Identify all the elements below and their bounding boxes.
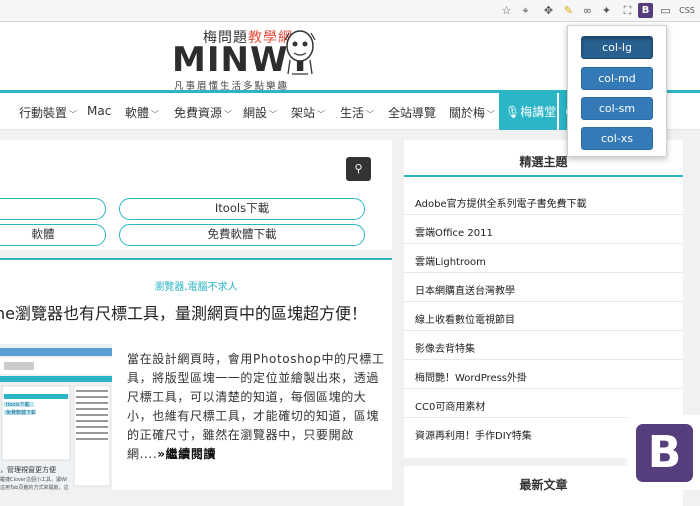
topic-link[interactable]: 線上收看數位電視節目 xyxy=(404,302,683,331)
chevron-down-icon: ﹀ xyxy=(69,110,78,119)
quick-link-free-software[interactable]: 免費軟體下載 xyxy=(119,224,365,246)
crop-icon[interactable]: ⛶ xyxy=(620,3,635,18)
quick-link-software[interactable]: 軟體 xyxy=(0,224,106,246)
nav-label: 關於梅 xyxy=(449,106,486,120)
star-icon[interactable]: ☆ xyxy=(499,3,514,18)
microphone-icon: 🎙 xyxy=(505,105,521,119)
topic-link[interactable]: 影像去背特集 xyxy=(404,331,683,360)
nav-item-mobile[interactable]: 行動裝置 ﹀ xyxy=(19,104,77,121)
nav-item-mac[interactable]: Mac xyxy=(87,104,111,118)
excerpt-text: 當在設計網頁時，會用Photoshop中的尺標工具，將版型區塊一一的定位並繪製出… xyxy=(127,352,385,461)
mascot-icon xyxy=(284,30,316,75)
topic-link[interactable]: 梅問艷！WordPress外掛 xyxy=(404,360,683,389)
article-excerpt: 當在設計網頁時，會用Photoshop中的尺標工具，將版型區塊一一的定位並繪製出… xyxy=(127,350,385,464)
bootstrap-logo: B xyxy=(627,415,700,490)
bootstrap-logo-icon: B xyxy=(636,424,693,482)
topic-link[interactable]: CC0可商用素材 xyxy=(404,389,683,418)
nav-item-life[interactable]: 生活 ﹀ xyxy=(340,104,374,121)
nav-label: 梅講堂 xyxy=(520,105,557,119)
move-icon[interactable]: ✥ xyxy=(541,3,556,18)
thumb-text: ，管理視窗更方便 xyxy=(0,466,56,474)
read-more-link[interactable]: »繼續閱讀 xyxy=(157,447,216,461)
topic-link[interactable]: 雲端Office 2011 xyxy=(404,215,683,244)
chevron-down-icon: ﹀ xyxy=(269,110,278,119)
featured-topics-widget: 精選主題 Adobe官方提供全系列電子書免費下載 雲端Office 2011 雲… xyxy=(404,140,683,458)
article-category[interactable]: 瀏覽器,電腦不求人 xyxy=(0,278,392,293)
topic-link[interactable]: 日本網購直送台灣教學 xyxy=(404,273,683,302)
nav-item-free-resources[interactable]: 免費資源 ﹀ xyxy=(174,104,232,121)
chevron-down-icon: ﹀ xyxy=(487,110,496,119)
col-sm-button[interactable]: col-sm xyxy=(581,97,653,120)
crosshair-icon[interactable]: ⌖ xyxy=(518,3,533,18)
nav-label: Mac xyxy=(87,104,112,118)
nav-label: 生活 xyxy=(340,106,365,120)
col-md-button[interactable]: col-md xyxy=(581,67,653,90)
article-thumbnail[interactable]: Itools下載 免費軟體下載 ，管理視窗更方便 覆捷Clover這個小工具，讓… xyxy=(0,344,112,492)
nav-item-web-design[interactable]: 網設 ﹀ xyxy=(243,104,277,121)
glasses-icon[interactable]: ∞ xyxy=(580,3,595,18)
bootstrap-grid-popup: col-lg col-md col-sm col-xs xyxy=(567,25,667,157)
nav-item-software[interactable]: 軟體 ﹀ xyxy=(125,104,159,121)
topic-link[interactable]: 雲端Lightroom xyxy=(404,244,683,273)
nav-label: 免費資源 xyxy=(174,106,223,120)
chevron-down-icon: ﹀ xyxy=(366,110,375,119)
thumb-text: 覆捷Clover這個小工具，讓Wi xyxy=(0,477,68,483)
nav-label: 全站導覽 xyxy=(388,106,437,120)
search-icon: ⚲ xyxy=(354,162,363,175)
col-xs-button[interactable]: col-xs xyxy=(581,127,653,150)
chevron-down-icon: ﹀ xyxy=(151,110,160,119)
chevron-down-icon: ﹀ xyxy=(224,110,233,119)
col-lg-button[interactable]: col-lg xyxy=(581,36,653,59)
search-button[interactable]: ⚲ xyxy=(346,157,371,181)
thumb-text: Itools下載 xyxy=(6,402,30,408)
quick-link[interactable] xyxy=(0,198,106,220)
nav-item-site-guide[interactable]: 全站導覽 xyxy=(388,104,436,121)
search-panel: ⚲ Itools下載 軟體 免費軟體下載 xyxy=(0,140,392,250)
article-card: 瀏覽器,電腦不求人 ne瀏覽器也有尺標工具，量測網頁中的區塊超方便！ Itool… xyxy=(0,258,392,492)
nav-item-site-build[interactable]: 架站 ﹀ xyxy=(291,104,325,121)
bootstrap-icon[interactable]: B xyxy=(638,3,653,18)
chevron-down-icon: ﹀ xyxy=(317,110,326,119)
widget-divider xyxy=(404,175,683,177)
quick-link-itools[interactable]: Itools下載 xyxy=(119,198,365,220)
pencil-icon[interactable]: ✎ xyxy=(561,3,576,18)
browser-toolbar: ☆ ⌖ ✥ ✎ ∞ ✦ ⛶ B ▭ CSS xyxy=(0,0,700,22)
css-icon[interactable]: CSS xyxy=(677,3,697,18)
window-icon[interactable]: ▭ xyxy=(658,3,673,18)
topic-link[interactable]: Adobe官方提供全系列電子書免費下載 xyxy=(404,186,683,215)
nav-label: 網設 xyxy=(243,106,268,120)
thumb-text: 免費軟體下載 xyxy=(6,410,37,416)
nav-item-about[interactable]: 關於梅 ﹀ xyxy=(449,104,495,121)
nav-label: 軟體 xyxy=(125,106,150,120)
puzzle-icon[interactable]: ✦ xyxy=(599,3,614,18)
article-title[interactable]: ne瀏覽器也有尺標工具，量測網頁中的區塊超方便！ xyxy=(0,300,392,324)
nav-label: 行動裝置 xyxy=(19,106,68,120)
nav-label: 架站 xyxy=(291,106,316,120)
nav-item-lectures[interactable]: 🎙梅講堂 xyxy=(499,92,557,130)
